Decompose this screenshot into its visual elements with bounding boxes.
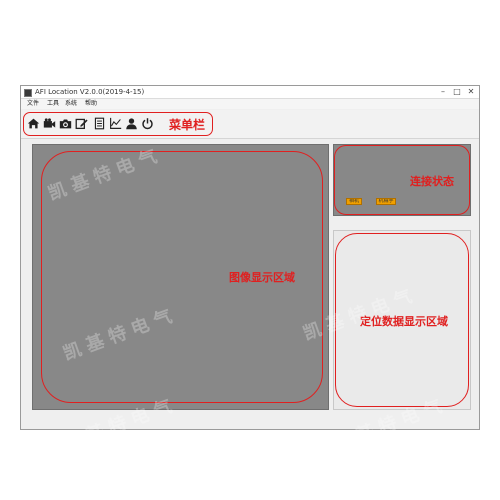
close-button[interactable]: ✕ — [465, 87, 477, 97]
location-data-panel: 定位数据显示区域 — [333, 230, 471, 410]
robot-status-indicator: 机械手 — [376, 198, 396, 205]
connection-status-panel: 连接状态 相机 机械手 — [333, 144, 471, 216]
toolbar-annotation-label: 菜单栏 — [169, 118, 206, 132]
camera-status-indicator: 相机 — [346, 198, 362, 205]
window-title: AFI Location V2.0.0(2019-4-15) — [35, 88, 145, 96]
menu-bar: 文件 工具 系统 帮助 — [21, 99, 479, 109]
data-panel-annotation-label: 定位数据显示区域 — [360, 315, 448, 328]
toolbar: 菜单栏 — [21, 110, 479, 139]
connection-annotation-label: 连接状态 — [410, 175, 454, 188]
application-window: AFI Location V2.0.0(2019-4-15) – □ ✕ 文件 … — [20, 85, 480, 430]
maximize-button[interactable]: □ — [451, 87, 463, 97]
minimize-button[interactable]: – — [437, 87, 449, 97]
title-bar[interactable]: AFI Location V2.0.0(2019-4-15) – □ ✕ — [21, 86, 479, 99]
app-icon — [24, 89, 32, 97]
image-area-annotation-label: 图像显示区域 — [229, 271, 295, 284]
menu-file[interactable]: 文件 — [27, 99, 39, 109]
menu-system[interactable]: 系统 — [65, 99, 77, 109]
menu-help[interactable]: 帮助 — [85, 99, 97, 109]
menu-tools[interactable]: 工具 — [47, 99, 59, 109]
image-display-area[interactable]: 图像显示区域 — [32, 144, 329, 410]
